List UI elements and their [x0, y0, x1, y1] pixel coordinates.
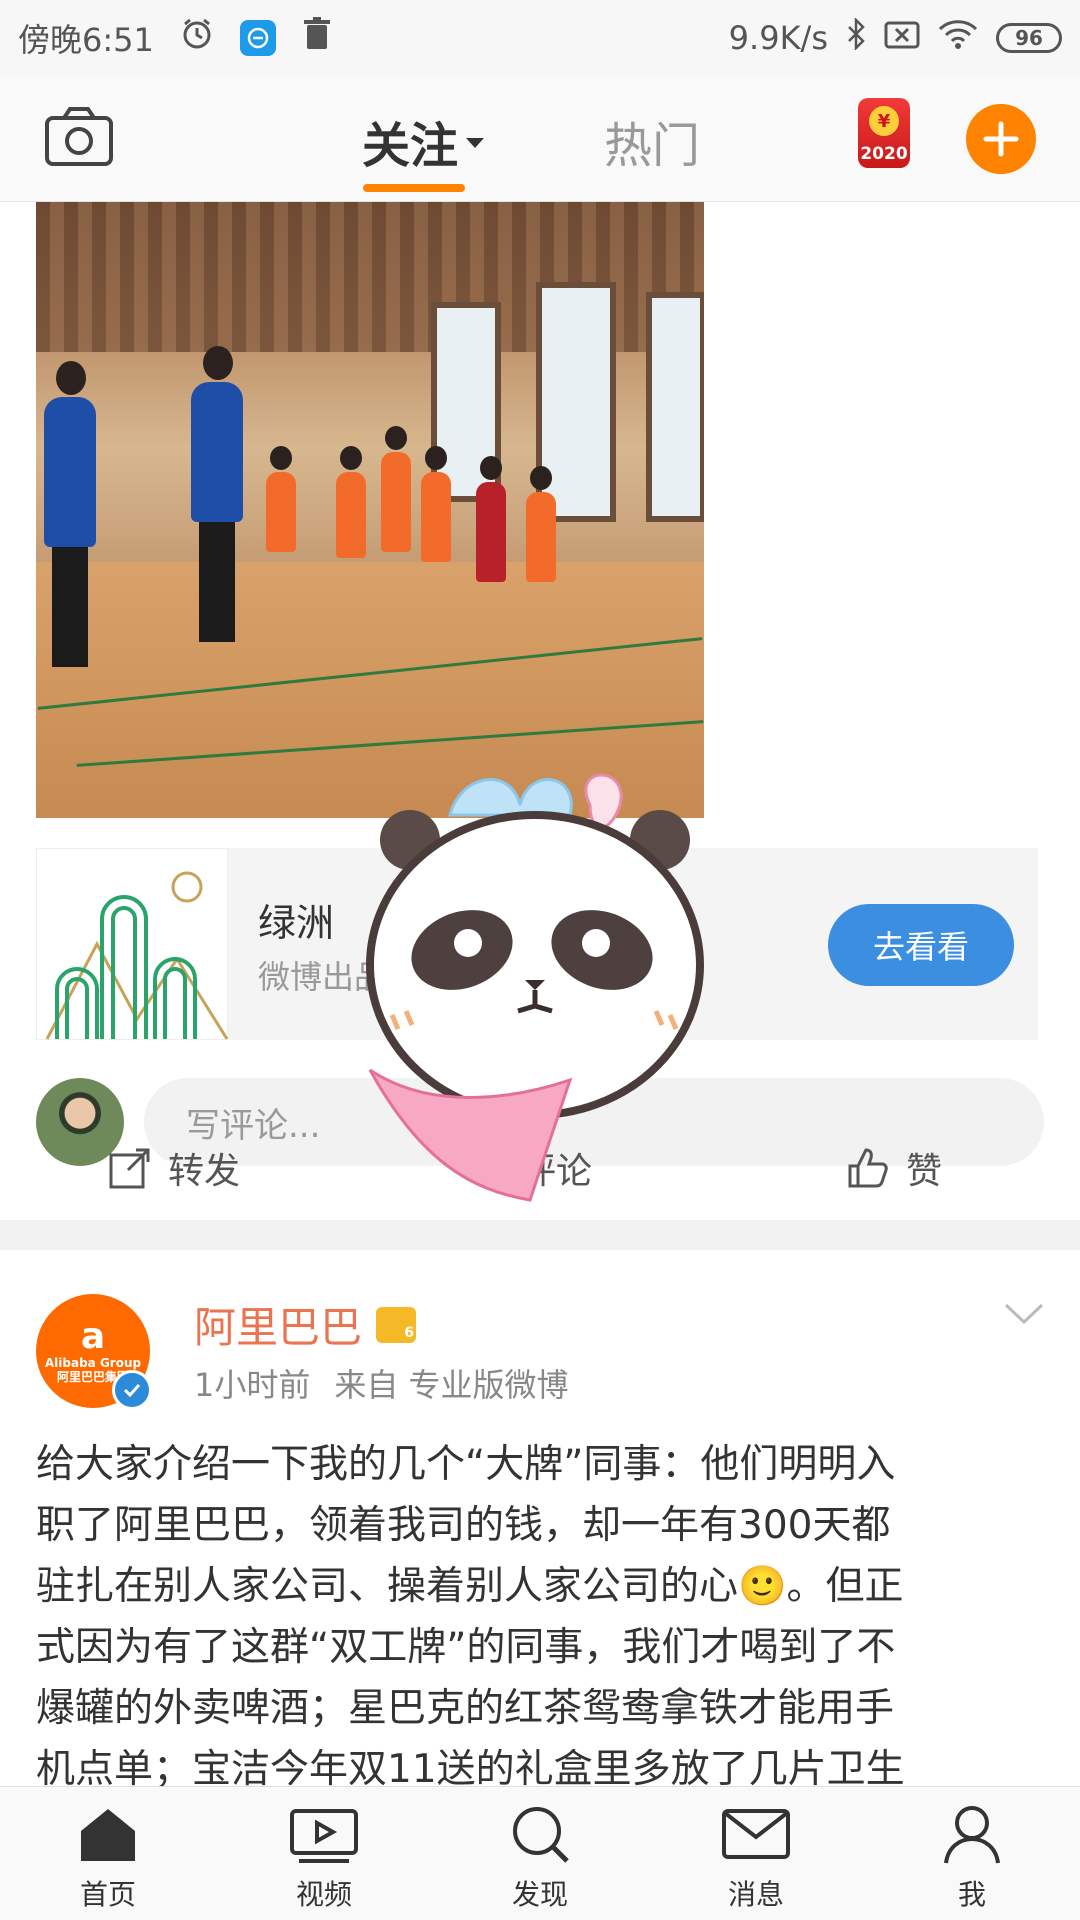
- repost-label: 转发: [168, 1151, 241, 1192]
- nav-discover[interactable]: 发现: [480, 1803, 600, 1913]
- share-icon: [109, 1148, 150, 1189]
- nav-home-label: 首页: [79, 1878, 136, 1911]
- active-tab-indicator: [363, 184, 465, 192]
- kid-figure: [526, 466, 556, 582]
- kid-figure: [381, 426, 411, 552]
- nav-profile[interactable]: 我: [912, 1803, 1032, 1913]
- tab-follow[interactable]: 关注: [362, 106, 485, 176]
- network-speed: 9.9K/s: [728, 19, 828, 57]
- search-icon: [513, 1807, 569, 1863]
- feed-divider: [0, 1220, 1080, 1250]
- feed-post: a Alibaba Group 阿里巴巴集团 阿里巴巴 6 1小时前 来自 专业版…: [0, 1250, 1080, 1792]
- post-line: 式因为有了这群“双工牌”的同事，我们才喝到了不: [36, 1625, 896, 1670]
- post-line: 驻扎在别人家公司、操着别人家公司的心🙂。但正: [36, 1564, 904, 1609]
- verified-badge-icon: [112, 1370, 152, 1410]
- nav-messages[interactable]: 消息: [696, 1803, 816, 1913]
- post-source: 来自 专业版微博: [334, 1366, 569, 1404]
- caret-down-icon: [466, 138, 485, 148]
- nav-messages-label: 消息: [727, 1878, 784, 1911]
- tab-follow-label: 关注: [362, 118, 459, 174]
- sim-x-icon: [884, 19, 920, 57]
- home-icon: [81, 1809, 135, 1861]
- post-line: 爆罐的外卖啤酒；星巴克的红茶鸳鸯拿铁才能用手: [36, 1686, 895, 1731]
- author-name: 阿里巴巴: [194, 1303, 363, 1352]
- kid-figure: [336, 446, 366, 558]
- nav-profile-label: 我: [957, 1878, 986, 1911]
- avatar-logo-glyph: a: [80, 1316, 106, 1357]
- red-packet-button[interactable]: ¥ 2020: [858, 98, 910, 168]
- author-name-row[interactable]: 阿里巴巴 6: [194, 1294, 417, 1355]
- post-meta: 1小时前 来自 专业版微博: [194, 1360, 569, 1406]
- nav-home[interactable]: 首页: [48, 1803, 168, 1913]
- post-line: 给大家介绍一下我的几个“大牌”同事：他们明明入: [36, 1442, 896, 1487]
- nav-discover-label: 发现: [511, 1878, 568, 1911]
- like-label: 赞: [906, 1151, 943, 1192]
- bottom-nav: 首页 视频 发现 消息 我: [0, 1786, 1080, 1920]
- bluetooth-icon: [846, 16, 866, 58]
- trash-icon: [302, 17, 332, 59]
- compose-button[interactable]: [966, 104, 1036, 174]
- thumbs-up-icon: [848, 1148, 888, 1188]
- top-nav: 关注 热门 ¥ 2020: [0, 76, 1080, 202]
- app-notification-icon: [239, 20, 276, 56]
- camera-icon[interactable]: [44, 106, 114, 172]
- crown-icon: 6: [376, 1306, 417, 1343]
- repost-button[interactable]: 转发: [108, 1142, 240, 1194]
- red-packet-year: 2020: [860, 144, 908, 164]
- nav-video-label: 视频: [295, 1878, 352, 1911]
- coach-figure: [191, 346, 243, 642]
- coach-figure: [44, 361, 96, 667]
- post-photo[interactable]: [36, 202, 704, 818]
- plus-icon: [983, 121, 1019, 157]
- tab-hot[interactable]: 热门: [604, 106, 700, 176]
- tab-hot-label: 热门: [604, 118, 701, 174]
- nav-video[interactable]: 视频: [264, 1803, 384, 1913]
- status-bar: 傍晚6:51 9.9K/s 96: [0, 0, 1080, 76]
- status-time: 傍晚6:51: [18, 21, 154, 59]
- battery-level: 96: [1015, 26, 1043, 50]
- battery-icon: 96: [996, 23, 1062, 53]
- go-see-button[interactable]: 去看看: [828, 904, 1014, 986]
- video-icon: [290, 1809, 358, 1863]
- post-time: 1小时前: [194, 1366, 311, 1404]
- like-button[interactable]: 赞: [846, 1142, 942, 1194]
- mail-icon: [722, 1809, 790, 1859]
- post-line: 职了阿里巴巴，领着我司的钱，却一年有300天都: [36, 1503, 891, 1548]
- coin-icon: ¥: [869, 106, 899, 136]
- profile-icon: [944, 1806, 1000, 1864]
- promo-name: 绿洲: [258, 901, 335, 945]
- chevron-down-icon[interactable]: [1004, 1302, 1044, 1330]
- avatar-brand: Alibaba Group: [44, 1356, 142, 1370]
- vip-level: 6: [404, 1324, 415, 1341]
- panda-sticker[interactable]: [340, 735, 760, 1215]
- kid-figure: [421, 446, 451, 562]
- wifi-icon: [938, 19, 978, 57]
- alarm-icon: [180, 17, 214, 59]
- oasis-logo: [36, 848, 229, 1040]
- post-body[interactable]: 给大家介绍一下我的几个“大牌”同事：他们明明入 职了阿里巴巴，领着我司的钱，却一…: [36, 1434, 1046, 1800]
- kid-figure: [266, 446, 296, 552]
- kid-figure: [476, 456, 506, 582]
